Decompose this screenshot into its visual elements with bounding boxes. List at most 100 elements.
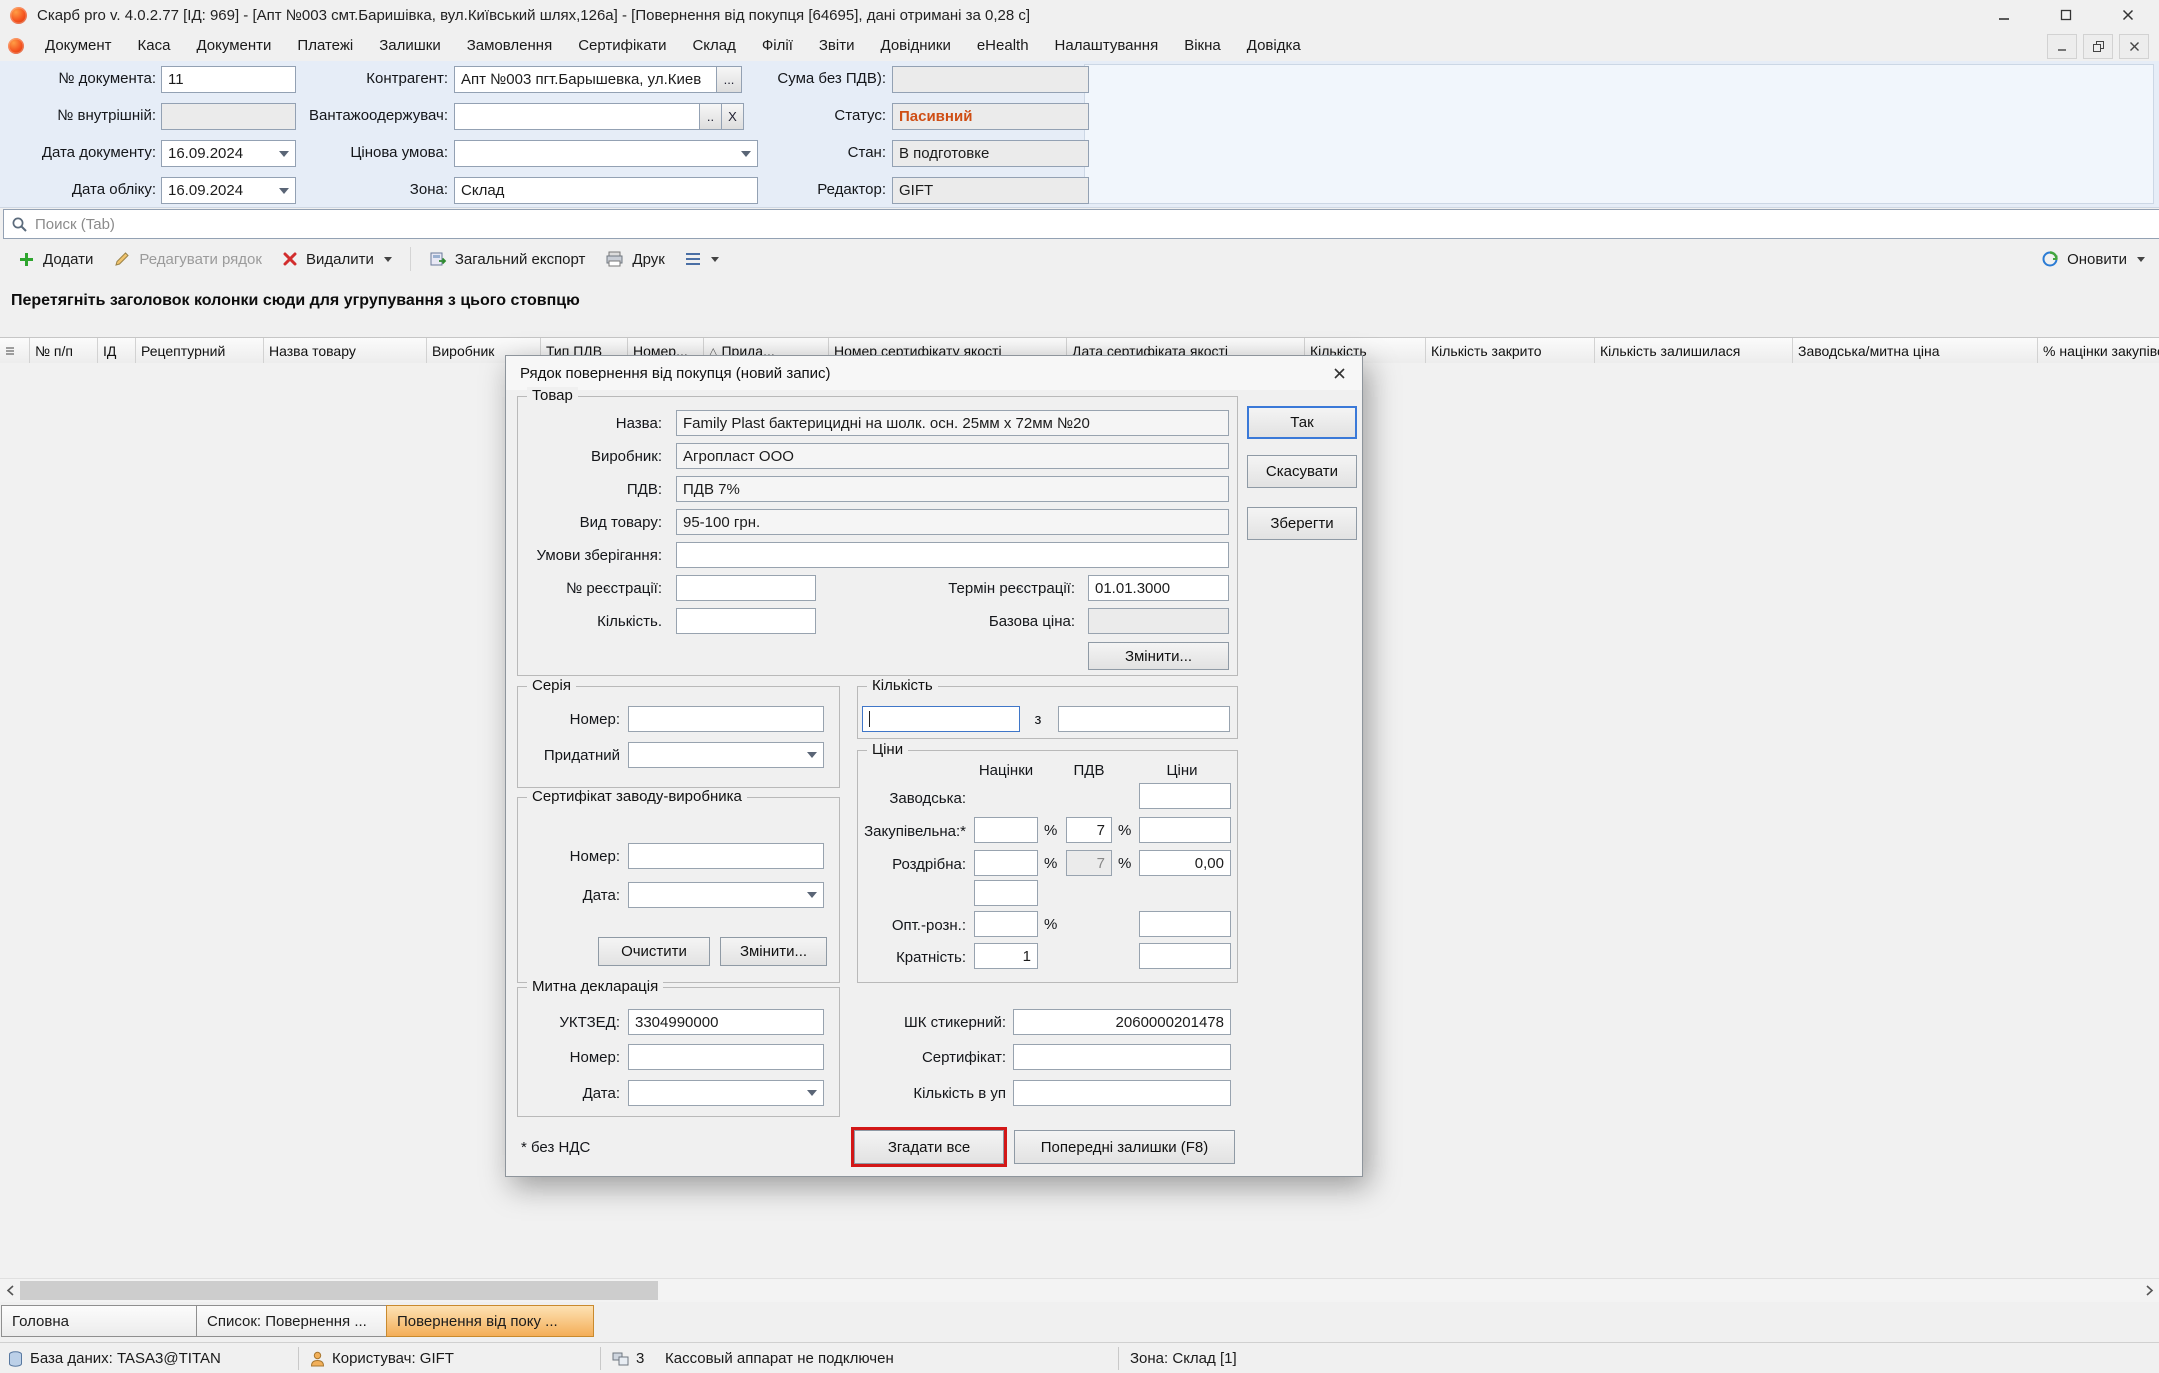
product-name-value: Family Plast бактерицидні на шолк. осн. … <box>683 415 1090 432</box>
column-header-qty-left[interactable]: Кількість залишилася <box>1595 338 1793 364</box>
column-header-id[interactable]: ІД <box>98 338 136 364</box>
view-options-button[interactable] <box>675 244 729 274</box>
storage-conditions-field[interactable] <box>676 542 1229 568</box>
previous-stocks-button[interactable]: Попередні залишки (F8) <box>1014 1130 1235 1164</box>
prices-col-price: Ціни <box>1132 762 1232 779</box>
retail-price-field[interactable]: 0,00 <box>1139 850 1231 876</box>
pack-quantity-field[interactable] <box>1013 1080 1231 1106</box>
close-button[interactable] <box>2097 0 2159 30</box>
delete-button[interactable]: Видалити <box>272 244 402 274</box>
purchase-markup-field[interactable] <box>974 817 1038 843</box>
factory-price-label: Заводська: <box>862 785 966 811</box>
menu-item-orders[interactable]: Замовлення <box>454 31 565 61</box>
chevron-down-icon <box>2137 257 2145 262</box>
retail-markup-field[interactable] <box>974 850 1038 876</box>
menu-item-help[interactable]: Довідка <box>1234 31 1314 61</box>
status-label: Статус: <box>660 103 886 128</box>
tab-home[interactable]: Головна <box>1 1305 215 1337</box>
series-number-field[interactable] <box>628 706 824 732</box>
opt-price-field[interactable] <box>1139 911 1231 937</box>
base-price-field[interactable] <box>1088 608 1229 634</box>
recall-all-button[interactable]: Згадати все <box>854 1130 1004 1164</box>
product-kind-field[interactable]: 95-100 грн. <box>676 509 1229 535</box>
purchase-vat-field[interactable]: 7 <box>1066 817 1112 843</box>
search-input[interactable]: Поиск (Tab) <box>3 209 2159 239</box>
customs-date-label: Дата: <box>522 1080 620 1106</box>
save-button[interactable]: Зберегти <box>1247 507 1357 540</box>
menu-item-kasa[interactable]: Каса <box>125 31 184 61</box>
customs-number-field[interactable] <box>628 1044 824 1070</box>
menu-item-reports[interactable]: Звіти <box>806 31 868 61</box>
series-valid-combo[interactable] <box>628 742 824 768</box>
sticker-barcode-field[interactable]: 2060000201478 <box>1013 1009 1231 1035</box>
menu-item-document[interactable]: Документ <box>32 31 125 61</box>
print-button[interactable]: Друк <box>595 244 674 274</box>
quantity-total-field[interactable] <box>1058 706 1230 732</box>
opt-markup-field[interactable] <box>974 911 1038 937</box>
scrollbar-thumb[interactable] <box>20 1281 658 1300</box>
cancel-button[interactable]: Скасувати <box>1247 455 1357 488</box>
minimize-button[interactable] <box>1973 0 2035 30</box>
scroll-left-button[interactable] <box>0 1279 20 1302</box>
product-change-button[interactable]: Змінити... <box>1088 642 1229 670</box>
menu-item-settings[interactable]: Налаштування <box>1042 31 1172 61</box>
add-button[interactable]: Додати <box>8 244 103 274</box>
reg-number-field[interactable] <box>676 575 816 601</box>
tab-return-document[interactable]: Повернення від поку ... <box>386 1305 594 1337</box>
customs-date-combo[interactable] <box>628 1080 824 1106</box>
multiplicity-price-field[interactable] <box>1139 943 1231 969</box>
refresh-button[interactable]: Оновити <box>2031 244 2155 274</box>
database-text: База даних: TASA3@TITAN <box>30 1350 221 1367</box>
menu-item-directories[interactable]: Довідники <box>868 31 964 61</box>
column-header-qty-closed[interactable]: Кількість закрито <box>1426 338 1595 364</box>
sum-without-vat-field[interactable] <box>892 66 1089 93</box>
factory-price-field[interactable] <box>1139 783 1231 809</box>
cert-date-label: Дата: <box>522 882 620 908</box>
product-name-field[interactable]: Family Plast бактерицидні на шолк. осн. … <box>676 410 1229 436</box>
menu-item-stocks[interactable]: Залишки <box>366 31 454 61</box>
cert-change-button[interactable]: Змінити... <box>720 937 827 966</box>
extra-certificate-field[interactable] <box>1013 1044 1231 1070</box>
column-header-product-name[interactable]: Назва товару <box>264 338 427 364</box>
menu-item-payments[interactable]: Платежі <box>284 31 366 61</box>
export-button[interactable]: Загальний експорт <box>419 244 596 274</box>
maximize-button[interactable] <box>2035 0 2097 30</box>
vat-footnote: * без НДС <box>521 1134 721 1160</box>
account-date-value: 16.09.2024 <box>168 182 243 199</box>
vat-field[interactable]: ПДВ 7% <box>676 476 1229 502</box>
column-header-markup-pct[interactable]: % націнки закупівельної ціни <box>2038 338 2159 364</box>
cert-date-combo[interactable] <box>628 882 824 908</box>
menu-item-ehealth[interactable]: eHealth <box>964 31 1042 61</box>
cert-number-field[interactable] <box>628 843 824 869</box>
producer-field[interactable]: Агропласт ООО <box>676 443 1229 469</box>
column-header-npp[interactable]: № п/п <box>30 338 98 364</box>
menu-item-certificates[interactable]: Сертифікати <box>565 31 679 61</box>
retail-vat-field[interactable]: 7 <box>1066 850 1112 876</box>
column-header-recipe[interactable]: Рецептурний <box>136 338 264 364</box>
menu-item-branches[interactable]: Філії <box>749 31 806 61</box>
menu-item-warehouse[interactable]: Склад <box>679 31 748 61</box>
uktzed-field[interactable]: 3304990000 <box>628 1009 824 1035</box>
multiplicity-value: 1 <box>1023 948 1031 965</box>
product-quantity-field[interactable] <box>676 608 816 634</box>
scroll-right-button[interactable] <box>2139 1279 2159 1302</box>
horizontal-scrollbar[interactable] <box>0 1278 2159 1302</box>
mdi-close-button[interactable] <box>2119 34 2149 59</box>
mdi-minimize-button[interactable] <box>2047 34 2077 59</box>
quantity-input[interactable] <box>862 706 1020 732</box>
ok-button[interactable]: Так <box>1247 406 1357 439</box>
menu-item-documents[interactable]: Документи <box>183 31 284 61</box>
cert-clear-button[interactable]: Очистити <box>598 937 710 966</box>
reg-term-field[interactable]: 01.01.3000 <box>1088 575 1229 601</box>
multiplicity-field[interactable]: 1 <box>974 943 1038 969</box>
column-header-factory-price[interactable]: Заводська/митна ціна <box>1793 338 2038 364</box>
menu-item-windows[interactable]: Вікна <box>1171 31 1234 61</box>
grid-corner-button[interactable] <box>0 338 30 364</box>
tab-returns-list[interactable]: Список: Повернення ... <box>196 1305 405 1337</box>
mdi-restore-button[interactable] <box>2083 34 2113 59</box>
export-icon <box>429 250 447 268</box>
extra-markup-field[interactable] <box>974 880 1038 906</box>
edit-row-button[interactable]: Редагувати рядок <box>103 244 272 274</box>
purchase-price-field[interactable] <box>1139 817 1231 843</box>
dialog-close-button[interactable] <box>1322 360 1356 386</box>
